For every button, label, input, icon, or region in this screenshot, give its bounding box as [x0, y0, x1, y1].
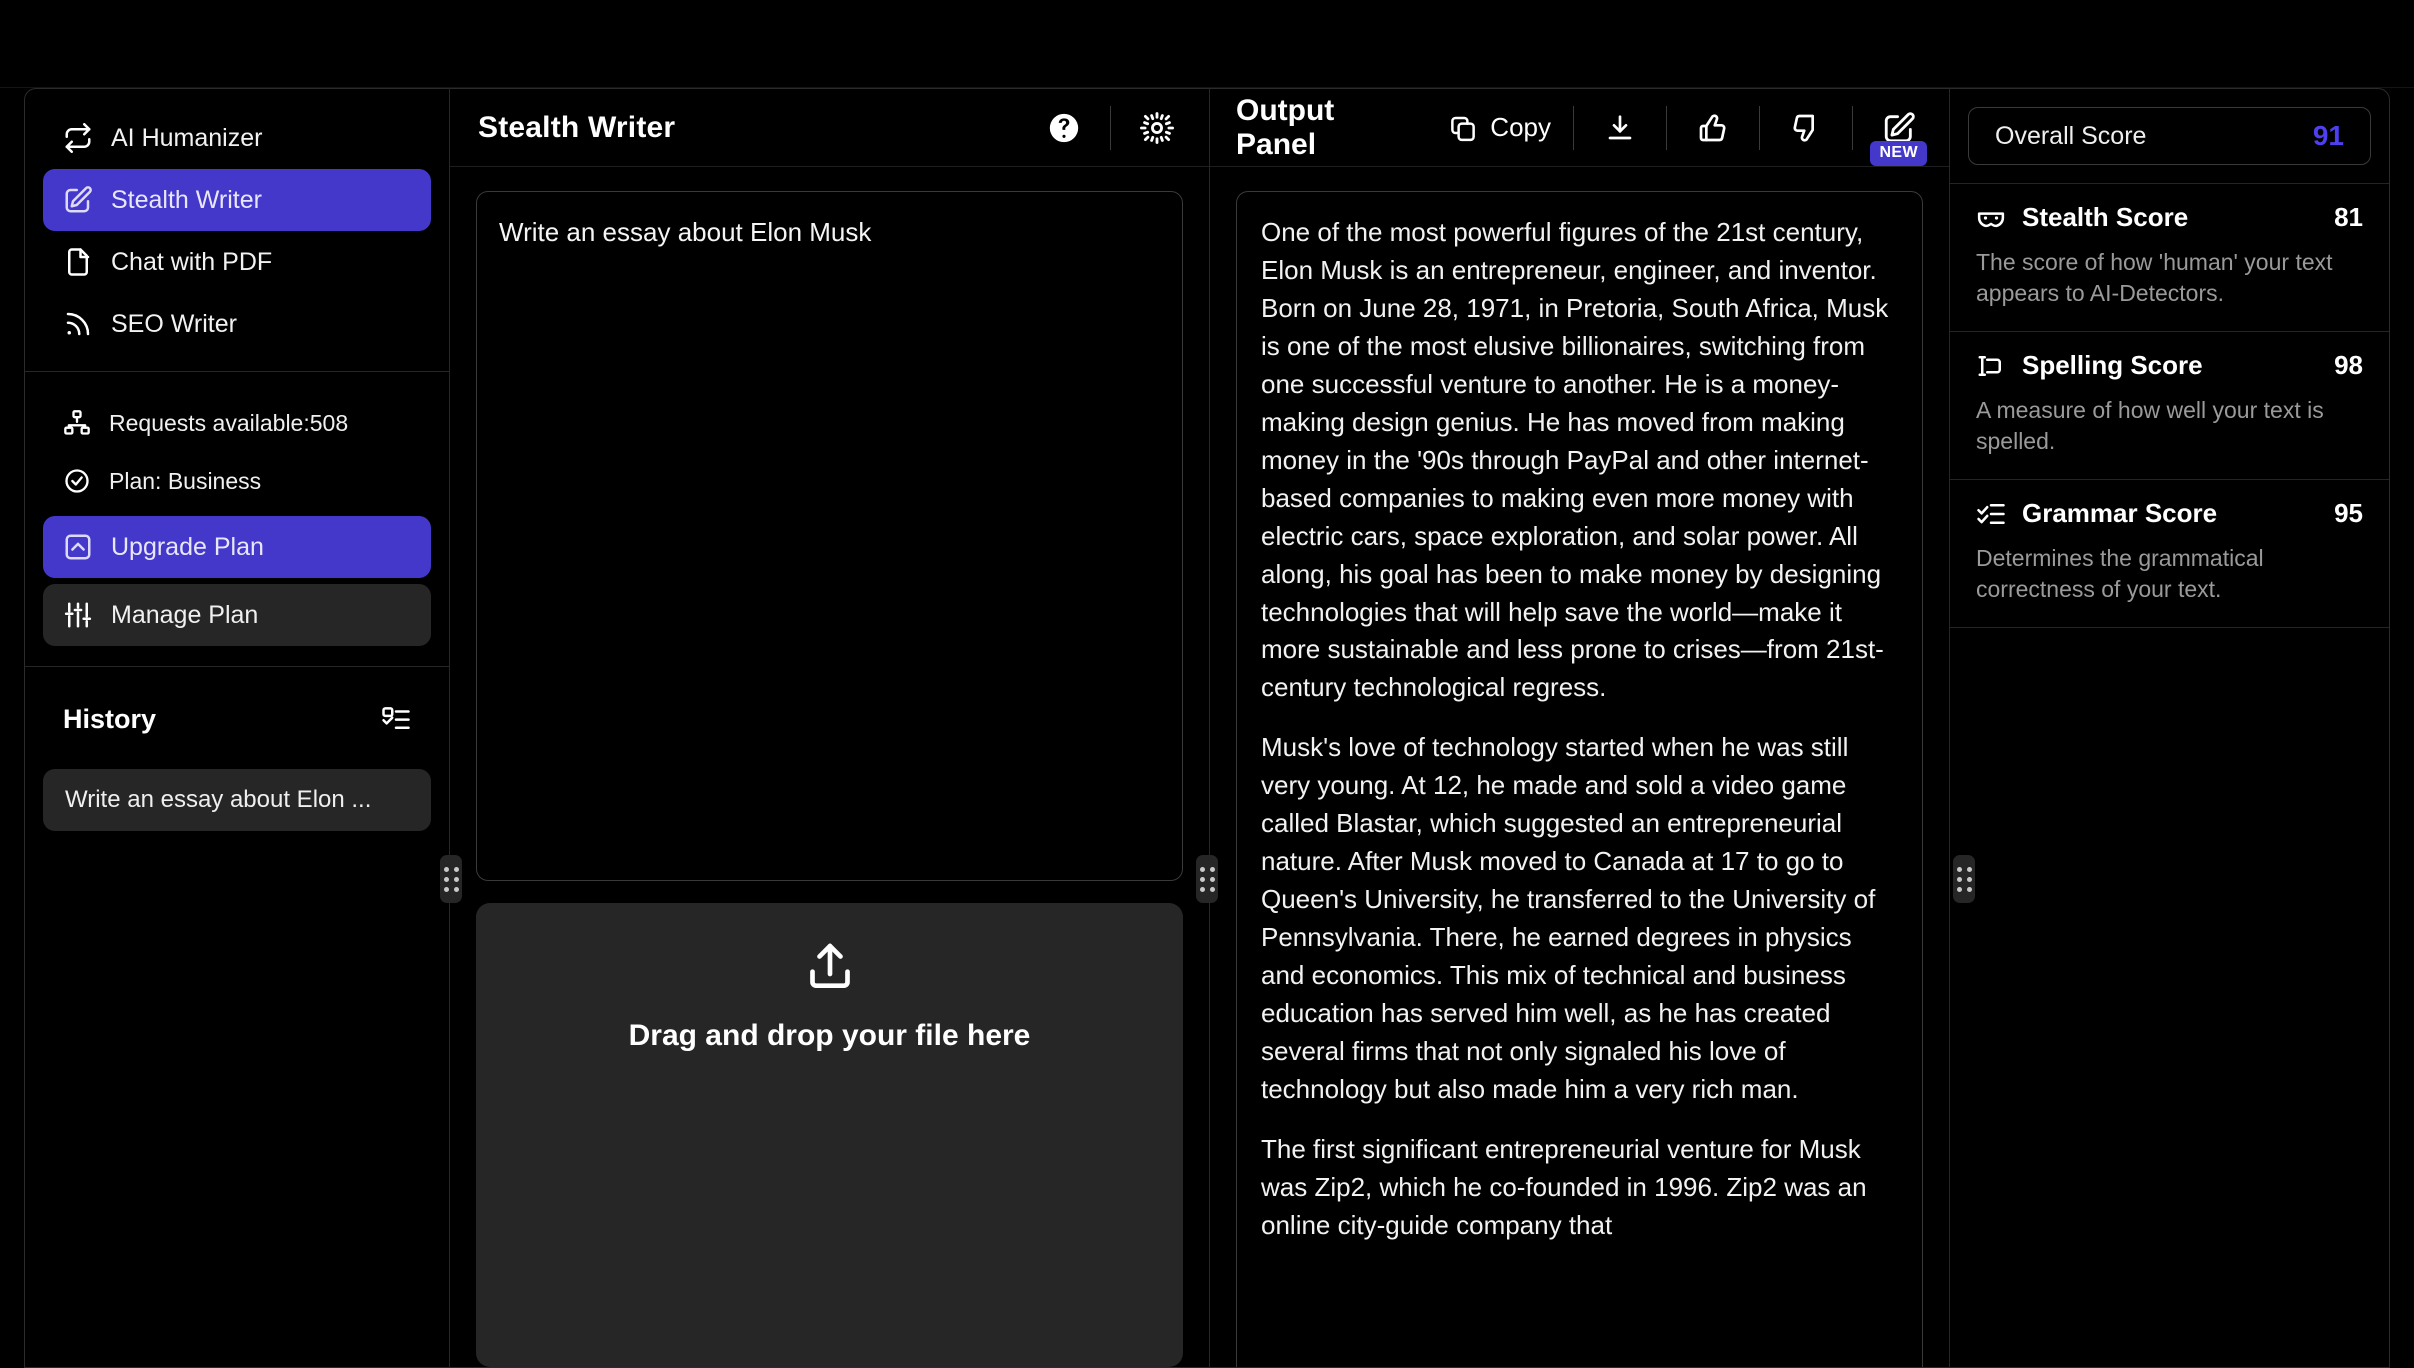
overall-score-label: Overall Score [1995, 121, 2147, 150]
page-title: Stealth Writer [478, 110, 676, 144]
new-badge: NEW [1870, 141, 1927, 166]
action-separator-1 [1573, 105, 1574, 150]
mask-icon [1976, 203, 2006, 233]
overall-score-box: Overall Score 91 [1968, 107, 2371, 165]
header-separator [1110, 105, 1111, 150]
top-strip [0, 0, 2414, 88]
upgrade-arrow-icon [63, 532, 93, 562]
resize-handle-output[interactable] [1953, 855, 1975, 903]
list-check-icon[interactable] [381, 704, 411, 734]
score-row-header: Grammar Score 95 [1976, 498, 2363, 529]
sidebar-item-label: Chat with PDF [111, 247, 273, 276]
overall-score-section: Overall Score 91 [1950, 89, 2389, 184]
score-description: The score of how 'human' your text appea… [1976, 249, 2333, 307]
score-row-stealth: Stealth Score 81 The score of how 'human… [1950, 184, 2389, 333]
thumbs-up-icon[interactable] [1689, 104, 1737, 152]
copy-label: Copy [1490, 112, 1551, 142]
sidebar-plan-group: Requests available:508 Plan: Business Up… [25, 372, 449, 664]
history-title: History [63, 703, 157, 734]
list-check-icon [1976, 499, 2006, 529]
sidebar-item-chat-with-pdf[interactable]: Chat with PDF [43, 231, 431, 293]
upgrade-plan-button[interactable]: Upgrade Plan [43, 516, 431, 578]
requests-available: Requests available:508 [43, 394, 431, 452]
prompt-input[interactable]: Write an essay about Elon Musk [476, 191, 1183, 881]
grip-dots-icon [1956, 866, 1972, 892]
output-panel-header: Output Panel Copy NEW [1210, 89, 1949, 167]
score-name: Grammar Score [2022, 498, 2218, 529]
sidebar-item-label: Stealth Writer [111, 185, 262, 214]
score-name: Stealth Score [2022, 202, 2189, 232]
gear-icon[interactable] [1133, 104, 1181, 152]
app-root: AI Humanizer Stealth Writer Chat with PD… [0, 0, 2414, 1368]
output-paragraph: The first significant entrepreneurial ve… [1261, 1133, 1867, 1240]
history-list-item[interactable]: Write an essay about Elon ... [43, 769, 431, 831]
copy-icon [1448, 113, 1478, 143]
grip-dots-icon [443, 866, 459, 892]
output-paragraph: Musk's love of technology started when h… [1261, 732, 1876, 1104]
history-header: History [43, 693, 431, 745]
score-value: 95 [2334, 498, 2363, 529]
plan-status-label: Plan: Business [109, 467, 262, 494]
stealth-writer-actions [1040, 104, 1181, 152]
plan-status: Plan: Business [43, 452, 431, 510]
requests-available-label: Requests available:508 [109, 409, 349, 436]
score-description: A measure of how well your text is spell… [1976, 397, 2324, 455]
sidebar-item-label: SEO Writer [111, 309, 237, 338]
history-section: History Write an essay about Elon ... [25, 667, 449, 1367]
score-name: Spelling Score [2022, 350, 2203, 381]
upgrade-plan-label: Upgrade Plan [111, 532, 264, 561]
spellcheck-icon [1976, 351, 2006, 381]
help-circle-icon[interactable] [1040, 104, 1088, 152]
sidebar-item-stealth-writer[interactable]: Stealth Writer [43, 169, 431, 231]
sliders-icon [63, 600, 93, 630]
resize-handle-sidebar[interactable] [440, 855, 462, 903]
stealth-writer-panel: Stealth Writer Write an essay about Elon… [450, 88, 1210, 1368]
output-text-body: One of the most powerful figures of the … [1236, 191, 1923, 1367]
copy-button[interactable]: Copy [1448, 112, 1551, 143]
score-row-header: Spelling Score 98 [1976, 350, 2363, 381]
resize-handle-input[interactable] [1196, 855, 1218, 903]
thumbs-down-icon[interactable] [1782, 104, 1830, 152]
repeat-icon [63, 123, 93, 153]
score-panel: Overall Score 91 Stealth Score 81 The sc… [1950, 88, 2390, 1368]
grip-dots-icon [1199, 866, 1215, 892]
workspace: AI Humanizer Stealth Writer Chat with PD… [24, 88, 2390, 1368]
file-dropzone[interactable]: Drag and drop your file here [476, 903, 1183, 1367]
edit-square-icon [63, 185, 93, 215]
manage-plan-button[interactable]: Manage Plan [43, 584, 431, 646]
action-separator-2 [1666, 105, 1667, 150]
score-value: 98 [2334, 350, 2363, 381]
check-circle-icon [63, 467, 91, 495]
output-panel: Output Panel Copy NEW One of the most po… [1210, 88, 1950, 1368]
score-value: 81 [2334, 202, 2363, 232]
action-separator-3 [1759, 105, 1760, 150]
dropzone-label: Drag and drop your file here [628, 1019, 1031, 1052]
upload-icon [802, 939, 858, 995]
download-icon[interactable] [1596, 104, 1644, 152]
overall-score-value: 91 [2312, 120, 2344, 151]
sidebar-item-label: AI Humanizer [111, 123, 263, 152]
sidebar-item-seo-writer[interactable]: SEO Writer [43, 293, 431, 355]
stealth-writer-header: Stealth Writer [450, 89, 1209, 167]
action-separator-4 [1852, 105, 1853, 150]
score-row-header: Stealth Score 81 [1976, 202, 2363, 233]
manage-plan-label: Manage Plan [111, 600, 259, 629]
output-paragraph: One of the most powerful figures of the … [1261, 217, 1889, 703]
rss-icon [63, 309, 93, 339]
score-row-grammar: Grammar Score 95 Determines the grammati… [1950, 480, 2389, 629]
sidebar-nav: AI Humanizer Stealth Writer Chat with PD… [25, 89, 449, 369]
score-row-spelling: Spelling Score 98 A measure of how well … [1950, 332, 2389, 481]
history-item-label: Write an essay about Elon ... [65, 786, 372, 813]
network-icon [63, 409, 91, 437]
output-panel-title: Output Panel [1236, 93, 1335, 161]
output-panel-actions [1551, 104, 1923, 152]
sidebar-item-ai-humanizer[interactable]: AI Humanizer [43, 107, 431, 169]
score-description: Determines the grammatical correctness o… [1976, 545, 2264, 603]
sidebar: AI Humanizer Stealth Writer Chat with PD… [24, 88, 450, 1368]
file-icon [63, 247, 93, 277]
